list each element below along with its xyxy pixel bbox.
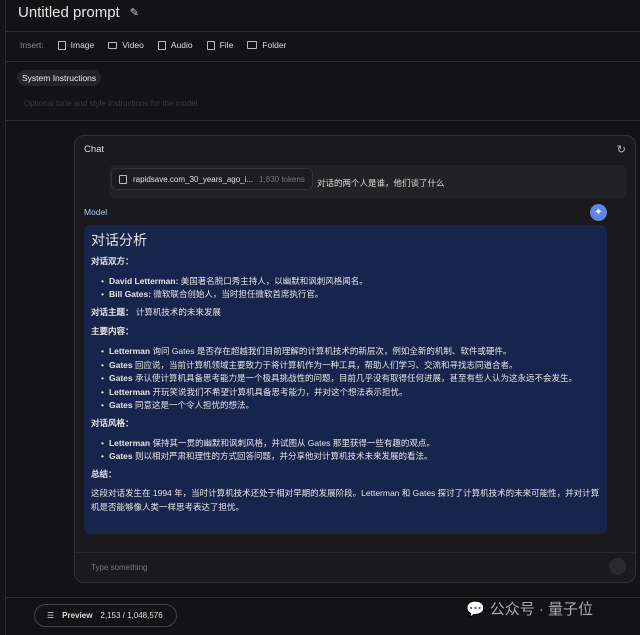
menu-icon: ☰ bbox=[47, 611, 54, 620]
token-count: 2,153 / 1,048,576 bbox=[100, 611, 162, 620]
audio-file-icon bbox=[158, 41, 166, 50]
watermark-text: 公众号 · 量子位 bbox=[490, 598, 593, 619]
bold-term: Gates bbox=[109, 400, 133, 410]
insert-audio-button[interactable]: Audio bbox=[158, 40, 193, 50]
divider bbox=[6, 120, 640, 121]
list-item: Letterman 保持其一贯的幽默和讽刺风格，并试图从 Gates 那里获得一… bbox=[101, 437, 600, 451]
sparkle-icon: ✦ bbox=[590, 204, 607, 221]
list-item: Gates 同意这是一个令人担忧的想法。 bbox=[101, 399, 600, 413]
bold-term: Gates bbox=[109, 360, 133, 370]
insert-image-button[interactable]: Image bbox=[58, 40, 95, 50]
bold-term: Letterman bbox=[109, 346, 150, 356]
label: Image bbox=[71, 40, 95, 50]
image-icon bbox=[58, 41, 66, 50]
section-heading: 主要内容： bbox=[91, 325, 600, 339]
item-text: 保持其一贯的幽默和讽刺风格，并试图从 Gates 那里获得一些有趣的观点。 bbox=[150, 438, 435, 448]
insert-file-button[interactable]: File bbox=[207, 40, 234, 50]
preview-label: Preview bbox=[62, 611, 92, 620]
send-button[interactable] bbox=[609, 558, 626, 575]
insert-folder-button[interactable]: Folder bbox=[247, 40, 286, 50]
file-tokens: 1,830 tokens bbox=[259, 175, 305, 184]
divider bbox=[6, 61, 640, 62]
list-item: Gates 承认使计算机具备思考能力是一个极具挑战性的问题，目前几乎没有取得任何… bbox=[101, 372, 600, 386]
audio-file-icon bbox=[119, 175, 127, 184]
list-item: Gates 回应说，当前计算机领域主要致力于将计算机作为一种工具，帮助人们学习、… bbox=[101, 359, 600, 373]
folder-icon bbox=[247, 41, 257, 49]
list-item: David Letterman: 美国著名脱口秀主持人，以幽默和讽刺风格闻名。 bbox=[101, 275, 600, 289]
heading: 对话主题： bbox=[91, 307, 134, 317]
insert-toolbar: Insert: Image Video Audio File Folder bbox=[20, 40, 286, 50]
video-icon bbox=[108, 42, 117, 49]
wechat-icon: 💬 bbox=[466, 600, 485, 618]
chat-label: Chat bbox=[84, 144, 104, 155]
label: Audio bbox=[171, 40, 193, 50]
watermark: 💬 公众号 · 量子位 bbox=[466, 598, 593, 619]
item-text: 询问 Gates 是否存在超越我们目前理解的计算机技术的新层次，例如全新的机制、… bbox=[150, 346, 511, 356]
chat-panel: Chat ↻ rapidsave.com_30_years_ago_i... 1,… bbox=[74, 135, 636, 583]
bold-term: David Letterman: bbox=[109, 276, 178, 286]
model-label: Model bbox=[84, 207, 107, 217]
section-heading: 总结： bbox=[91, 468, 600, 482]
list-item: Letterman 开玩笑说我们不希望计算机具备思考能力，并对这个想法表示担忧。 bbox=[101, 386, 600, 400]
user-message-text: 对话的两个人是谁，他们谈了什么 bbox=[317, 177, 445, 189]
file-attachment[interactable]: rapidsave.com_30_years_ago_i... 1,830 tok… bbox=[111, 168, 313, 190]
list-item: Letterman 询问 Gates 是否存在超越我们目前理解的计算机技术的新层… bbox=[101, 345, 600, 359]
item-text: 承认使计算机具备思考能力是一个极具挑战性的问题，目前几乎没有取得任何进展，甚至有… bbox=[133, 373, 577, 383]
item-text: 美国著名脱口秀主持人，以幽默和讽刺风格闻名。 bbox=[178, 276, 367, 286]
bold-term: Gates bbox=[109, 451, 133, 461]
system-instructions-chip[interactable]: System Instructions bbox=[17, 70, 101, 86]
file-icon bbox=[207, 41, 215, 50]
bullet-list: Letterman 保持其一贯的幽默和讽刺风格，并试图从 Gates 那里获得一… bbox=[101, 437, 600, 464]
title-text: Untitled prompt bbox=[18, 4, 120, 21]
section-heading: 对话主题： 计算机技术的未来发展 bbox=[91, 306, 600, 320]
item-text: 回应说，当前计算机领域主要致力于将计算机作为一种工具，帮助人们学习、交流和寻找志… bbox=[133, 360, 518, 370]
bullet-list: David Letterman: 美国著名脱口秀主持人，以幽默和讽刺风格闻名。B… bbox=[101, 275, 600, 302]
item-text: 同意这是一个令人担忧的想法。 bbox=[133, 400, 254, 410]
refresh-icon[interactable]: ↻ bbox=[617, 143, 626, 156]
file-name: rapidsave.com_30_years_ago_i... bbox=[133, 175, 253, 184]
prompt-title[interactable]: Untitled prompt ✎ bbox=[18, 4, 139, 21]
insert-video-button[interactable]: Video bbox=[108, 40, 144, 50]
user-message: rapidsave.com_30_years_ago_i... 1,830 tok… bbox=[109, 165, 627, 198]
bold-term: Letterman bbox=[109, 387, 150, 397]
preview-button[interactable]: ☰ Preview 2,153 / 1,048,576 bbox=[34, 604, 177, 627]
bold-term: Gates bbox=[109, 373, 133, 383]
section-heading: 对话双方： bbox=[91, 255, 600, 269]
divider bbox=[6, 31, 640, 32]
item-text: 开玩笑说我们不希望计算机具备思考能力，并对这个想法表示担忧。 bbox=[150, 387, 407, 397]
summary-text: 这段对话发生在 1994 年，当时计算机技术还处于相对早期的发展阶段。Lette… bbox=[91, 487, 600, 514]
label: File bbox=[220, 40, 234, 50]
model-response: 对话分析 对话双方： David Letterman: 美国著名脱口秀主持人，以… bbox=[84, 225, 607, 534]
system-instructions-input[interactable]: Optional tone and style instructions for… bbox=[24, 99, 197, 108]
list-item: Gates 则以相对严肃和理性的方式回答问题，并分享他对计算机技术未来发展的看法… bbox=[101, 450, 600, 464]
list-item: Bill Gates: 微软联合创始人，当时担任微软首席执行官。 bbox=[101, 288, 600, 302]
item-text: 微软联合创始人，当时担任微软首席执行官。 bbox=[151, 289, 323, 299]
bullet-list: Letterman 询问 Gates 是否存在超越我们目前理解的计算机技术的新层… bbox=[101, 345, 600, 413]
topic-value: 计算机技术的未来发展 bbox=[134, 307, 221, 317]
bold-term: Letterman bbox=[109, 438, 150, 448]
bold-term: Bill Gates: bbox=[109, 289, 151, 299]
label: Folder bbox=[262, 40, 286, 50]
pencil-icon[interactable]: ✎ bbox=[130, 6, 139, 19]
label: Video bbox=[122, 40, 144, 50]
chat-input[interactable]: Type something bbox=[75, 552, 635, 583]
response-title: 对话分析 bbox=[91, 231, 600, 249]
section-heading: 对话风格： bbox=[91, 417, 600, 431]
insert-label: Insert: bbox=[20, 40, 44, 50]
divider bbox=[5, 0, 6, 635]
item-text: 则以相对严肃和理性的方式回答问题，并分享他对计算机技术未来发展的看法。 bbox=[133, 451, 433, 461]
